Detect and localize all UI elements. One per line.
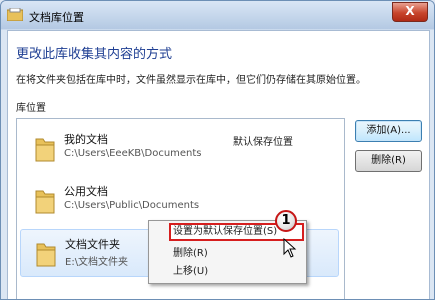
location-path: E:\文档文件夹 bbox=[65, 257, 129, 268]
location-name: 我的文档 bbox=[64, 133, 108, 146]
page-title: 更改此库收集其内容的方式 bbox=[16, 47, 173, 62]
step-number-badge: 1 bbox=[275, 210, 297, 232]
menu-move-up-item[interactable]: 上移(U) bbox=[149, 263, 306, 281]
location-name: 公用文档 bbox=[64, 185, 108, 198]
folder-icon bbox=[35, 138, 55, 162]
folder-icon bbox=[35, 190, 55, 214]
window-title: 文档库位置 bbox=[29, 11, 84, 24]
mouse-cursor-icon bbox=[283, 238, 297, 258]
location-path: C:\Users\EeeKB\Documents bbox=[64, 148, 202, 159]
description-text: 在将文件夹包括在库中时，文件虽然显示在库中，但它们仍存储在其原始位置。 bbox=[16, 75, 366, 86]
library-icon bbox=[7, 8, 23, 21]
folder-icon bbox=[36, 243, 56, 267]
locations-label: 库位置 bbox=[16, 103, 46, 114]
list-item[interactable]: 我的文档 C:\Users\EeeKB\Documents 默认保存位置 bbox=[20, 125, 339, 173]
remove-button[interactable]: 删除(R) bbox=[355, 150, 422, 172]
location-name: 文档文件夹 bbox=[65, 238, 120, 251]
close-button[interactable]: X bbox=[392, 2, 428, 22]
add-button[interactable]: 添加(A)... bbox=[355, 120, 422, 142]
title-bar: 文档库位置 X bbox=[1, 1, 434, 29]
default-location-tag: 默认保存位置 bbox=[233, 137, 293, 148]
library-locations-window: 文档库位置 X 更改此库收集其内容的方式 在将文件夹包括在库中时，文件虽然显示在… bbox=[0, 0, 435, 300]
location-path: C:\Users\Public\Documents bbox=[64, 200, 200, 211]
